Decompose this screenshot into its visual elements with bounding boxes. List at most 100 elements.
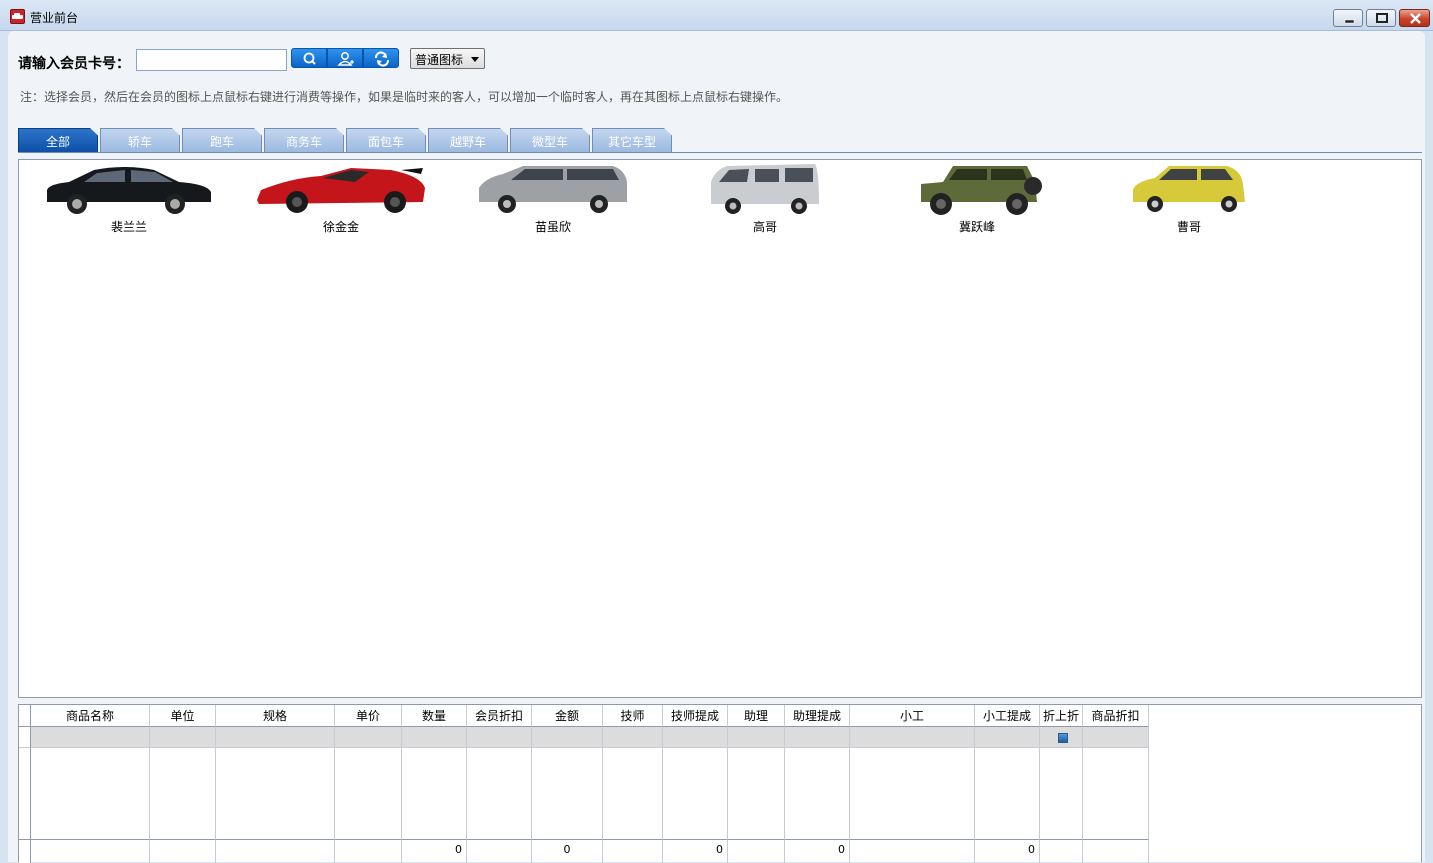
chevron-down-icon (471, 57, 479, 62)
grid-cell[interactable] (603, 727, 663, 748)
total-cell (850, 839, 975, 863)
extra-discount-checkbox[interactable] (1058, 733, 1068, 743)
add-temp-guest-button[interactable] (327, 48, 363, 68)
grid-body-column (335, 748, 402, 839)
grid-body-column (532, 748, 603, 839)
maximize-icon (1376, 13, 1388, 23)
member-name: 曹哥 (1176, 220, 1201, 234)
row-indicator[interactable] (19, 727, 31, 748)
grid-cell[interactable] (467, 727, 532, 748)
grid-cell[interactable] (1040, 727, 1083, 748)
grid-body-column (467, 748, 532, 839)
consumption-grid: 商品名称 单位 规格 单价 数量 会员折扣 金额 技师 技师提成 助理 助理提成… (18, 704, 1422, 863)
col-header-quantity[interactable]: 数量 (402, 705, 467, 727)
col-header-technician-commission[interactable]: 技师提成 (663, 705, 728, 727)
refresh-button[interactable] (363, 48, 399, 68)
total-technician-commission: 0 (663, 839, 728, 863)
grid-body-column (150, 748, 216, 839)
view-mode-select[interactable]: 普通图标 (410, 48, 485, 69)
total-quantity: 0 (402, 839, 467, 863)
member-name: 裴兰兰 (110, 220, 147, 234)
tab-van[interactable]: 面包车 (346, 128, 426, 153)
grid-cell[interactable] (402, 727, 467, 748)
grid-body-column (402, 748, 467, 839)
tab-sports[interactable]: 跑车 (182, 128, 262, 153)
col-header-spec[interactable]: 规格 (216, 705, 335, 727)
grid-cell[interactable] (785, 727, 850, 748)
van-car-icon (711, 164, 819, 214)
grid-cell[interactable] (150, 727, 216, 748)
grid-body-column (1083, 748, 1149, 839)
total-cell (603, 839, 663, 863)
user-icon (337, 52, 354, 66)
grid-body-column (728, 748, 785, 839)
total-cell (335, 839, 402, 863)
col-header-product-discount[interactable]: 商品折扣 (1083, 705, 1149, 727)
grid-body-column (850, 748, 975, 839)
grid-cell[interactable] (975, 727, 1040, 748)
grid-body-column (785, 748, 850, 839)
total-amount: 0 (532, 839, 603, 863)
grid-cell[interactable] (1083, 727, 1149, 748)
member-name: 冀跃峰 (958, 220, 995, 234)
member-name: 苗虽欣 (534, 220, 571, 234)
col-header-unit[interactable]: 单位 (150, 705, 216, 727)
col-header-unit-price[interactable]: 单价 (335, 705, 402, 727)
col-header-assistant[interactable]: 助理 (728, 705, 785, 727)
member-item[interactable]: 高哥 (675, 160, 855, 240)
col-header-assistant-commission[interactable]: 助理提成 (785, 705, 850, 727)
col-header-member-discount[interactable]: 会员折扣 (467, 705, 532, 727)
col-header-extra-discount[interactable]: 折上折 (1040, 705, 1083, 727)
total-cell (1040, 839, 1083, 863)
member-card-label: 请输入会员卡号： (18, 56, 130, 72)
grid-body-column (975, 748, 1040, 839)
row-indicator (19, 748, 31, 839)
member-item[interactable]: 冀跃峰 (887, 160, 1067, 240)
col-header-technician[interactable]: 技师 (603, 705, 663, 727)
grid-body-column (603, 748, 663, 839)
close-icon (1410, 13, 1421, 24)
col-header-helper[interactable]: 小工 (850, 705, 975, 727)
total-cell (1083, 839, 1149, 863)
member-item[interactable]: 苗虽欣 (463, 160, 643, 240)
view-mode-value: 普通图标 (415, 53, 464, 67)
search-button[interactable] (291, 48, 327, 68)
app-logo-icon (10, 9, 25, 24)
row-indicator-header (19, 705, 31, 727)
grid-cell[interactable] (216, 727, 335, 748)
tab-other[interactable]: 其它车型 (592, 128, 672, 153)
grid-cell[interactable] (532, 727, 603, 748)
tab-strip-line (18, 152, 1422, 153)
grid-cell[interactable] (335, 727, 402, 748)
minimize-button[interactable] (1333, 9, 1363, 27)
tab-sedan[interactable]: 轿车 (100, 128, 180, 153)
col-header-helper-commission[interactable]: 小工提成 (975, 705, 1040, 727)
member-item[interactable]: 徐金金 (251, 160, 431, 240)
refresh-icon (375, 51, 389, 67)
search-icon (303, 52, 316, 65)
grid-body-column (663, 748, 728, 839)
member-item[interactable]: 曹哥 (1099, 160, 1279, 240)
total-cell (467, 839, 532, 863)
grid-cell[interactable] (663, 727, 728, 748)
grid-cell[interactable] (31, 727, 150, 748)
member-card-input[interactable] (136, 49, 287, 71)
member-name: 高哥 (752, 220, 777, 234)
member-item[interactable]: 裴兰兰 (39, 160, 219, 240)
grid-cell[interactable] (850, 727, 975, 748)
title-bar: 营业前台 (0, 0, 1433, 31)
tab-mini[interactable]: 微型车 (510, 128, 590, 153)
col-header-amount[interactable]: 金额 (532, 705, 603, 727)
tab-suv[interactable]: 越野车 (428, 128, 508, 153)
close-button[interactable] (1399, 9, 1430, 27)
member-name: 徐金金 (322, 220, 359, 234)
maximize-button[interactable] (1366, 9, 1396, 27)
sports-car-icon (257, 168, 425, 213)
tab-all[interactable]: 全部 (18, 128, 98, 153)
sedan-car-icon (47, 167, 211, 214)
tab-business[interactable]: 商务车 (264, 128, 344, 153)
member-icon-panel: 裴兰兰 徐金金 苗虽欣 高哥 冀跃峰 曹哥 (18, 159, 1422, 698)
grid-body-column (1040, 748, 1083, 839)
grid-cell[interactable] (728, 727, 785, 748)
col-header-product-name[interactable]: 商品名称 (31, 705, 150, 727)
